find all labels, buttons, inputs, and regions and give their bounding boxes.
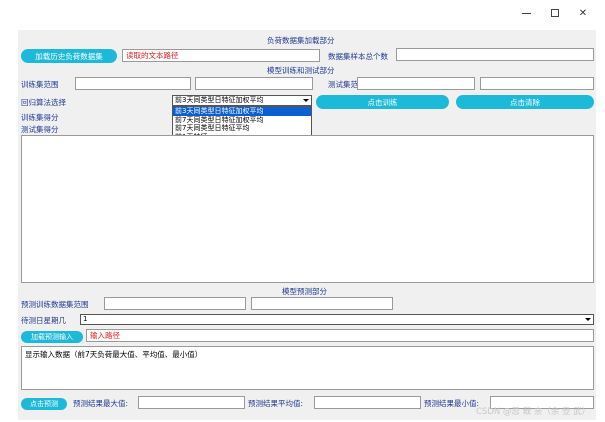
train-range-end-field[interactable] xyxy=(195,77,313,90)
train-range-label: 训练集范围 xyxy=(21,80,59,89)
load-history-button[interactable]: 加载历史负荷数据集 xyxy=(21,49,117,63)
algo-option[interactable]: 前3天同类型日特征加权平均 xyxy=(173,107,311,116)
test-range-end-field[interactable] xyxy=(480,77,594,90)
algo-option[interactable]: 前7天同类型日特征加权平均 xyxy=(173,116,311,125)
close-icon[interactable]: ✕ xyxy=(572,4,594,22)
load-predict-input-button[interactable]: 加载预测输入 xyxy=(21,331,83,343)
predict-range-start-field[interactable] xyxy=(104,297,246,310)
train-section-title: 模型训练和测试部分 xyxy=(267,66,335,75)
input-display-area[interactable]: 显示输入数据（前7天负荷最大值、平均值、最小值） xyxy=(21,346,594,390)
results-plot-area xyxy=(21,135,594,283)
predict-min-label: 预测结果最小值: xyxy=(424,399,480,408)
test-range-start-field[interactable] xyxy=(357,77,475,90)
predict-range-label: 预测训练数据集范围 xyxy=(21,300,89,309)
predict-button[interactable]: 点击预测 xyxy=(21,398,67,410)
main-panel: 负荷数据集加载部分 加载历史负荷数据集 读取的文本路径 数据集样本总个数 模型训… xyxy=(18,30,596,420)
predict-max-field[interactable] xyxy=(138,396,245,409)
weekday-selected-value: 1 xyxy=(83,315,88,323)
watermark-text: CSDN @忌 裁 亲（余 登 武） xyxy=(476,407,591,417)
chevron-down-icon[interactable] xyxy=(301,97,310,104)
algo-selected-value: 前3天同类型日特征加权平均 xyxy=(175,96,264,104)
file-path-field[interactable]: 读取的文本路径 xyxy=(122,49,320,62)
app-window: ✕ 负荷数据集加载部分 加载历史负荷数据集 读取的文本路径 数据集样本总个数 模… xyxy=(10,0,600,422)
minimize-icon[interactable] xyxy=(515,4,537,22)
weekday-label: 待测日星期几 xyxy=(21,316,66,325)
weekday-select[interactable]: 1 xyxy=(80,314,594,325)
algo-label: 回归算法选择 xyxy=(21,98,66,107)
predict-avg-field[interactable] xyxy=(314,396,421,409)
load-section-title: 负荷数据集加载部分 xyxy=(267,36,335,45)
predict-avg-label: 预测结果平均值: xyxy=(248,399,304,408)
predict-section-title: 模型预测部分 xyxy=(282,287,327,296)
sample-total-field[interactable] xyxy=(396,48,594,61)
predict-max-label: 预测结果最大值: xyxy=(73,399,129,408)
clear-button[interactable]: 点击清除 xyxy=(456,95,594,109)
train-range-start-field[interactable] xyxy=(75,77,191,90)
predict-range-end-field[interactable] xyxy=(251,297,393,310)
train-button[interactable]: 点击训练 xyxy=(316,95,449,109)
sample-total-label: 数据集样本总个数 xyxy=(328,52,388,61)
algo-select[interactable]: 前3天同类型日特征加权平均 xyxy=(172,95,312,106)
algo-option[interactable]: 前7天同类型日特征平均 xyxy=(173,124,311,133)
input-path-field[interactable]: 输入路径 xyxy=(86,329,594,342)
title-bar: ✕ xyxy=(10,0,600,26)
train-score-label: 训练集得分 xyxy=(21,113,59,122)
maximize-icon[interactable] xyxy=(544,4,566,22)
chevron-down-icon[interactable] xyxy=(583,316,592,323)
test-score-label: 测试集得分 xyxy=(21,125,59,134)
